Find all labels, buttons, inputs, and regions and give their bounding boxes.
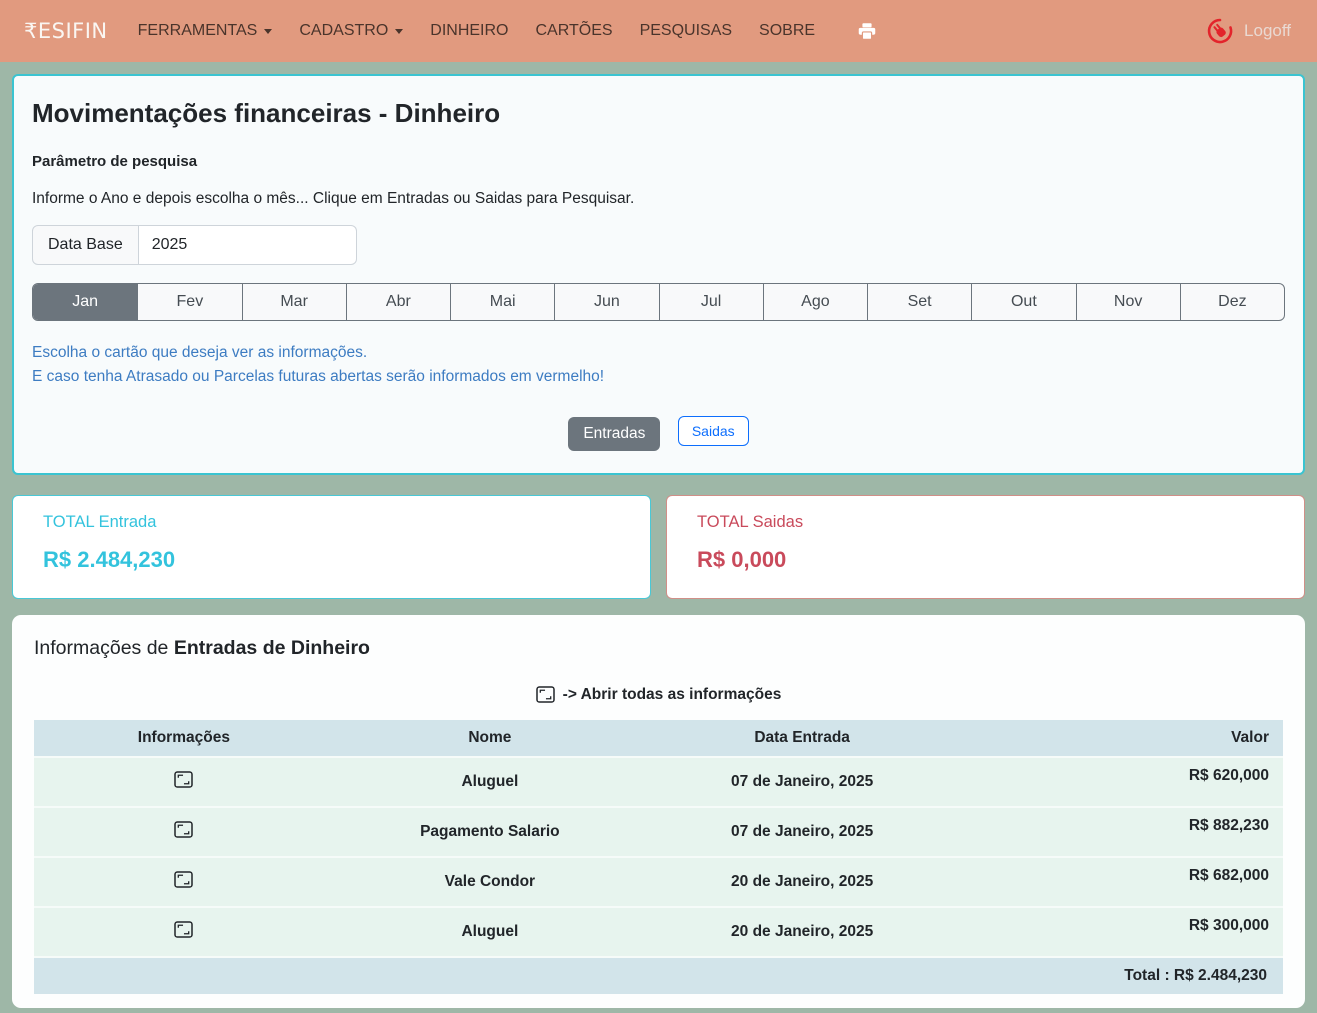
entradas-button[interactable]: Entradas [568, 417, 660, 451]
month-tab-dez[interactable]: Dez [1180, 284, 1284, 320]
data-base-label: Data Base [32, 225, 139, 265]
table-row: Aluguel 07 de Janeiro, 2025 R$ 620,000 [34, 757, 1283, 807]
movements-table: Informações Nome Data Entrada Valor Alug… [34, 720, 1283, 994]
header-nome: Nome [334, 720, 646, 757]
table-total-label: Total : R$ 2.484,230 [34, 957, 1283, 994]
details-panel: Informações de Entradas de Dinheiro -> A… [12, 615, 1305, 1008]
total-saidas-value: R$ 0,000 [697, 547, 1274, 573]
table-row: Vale Condor 20 de Janeiro, 2025 R$ 682,0… [34, 857, 1283, 907]
cell-data: 07 de Janeiro, 2025 [646, 807, 958, 857]
cell-data: 07 de Janeiro, 2025 [646, 757, 958, 807]
plug-icon [1204, 15, 1236, 47]
menu-item-cadastro[interactable]: CADASTRO [299, 22, 403, 40]
cell-data: 20 de Janeiro, 2025 [646, 857, 958, 907]
brand-logo[interactable]: ₹ESIFIN [24, 19, 108, 43]
param-subtitle: Parâmetro de pesquisa [32, 153, 1285, 170]
month-selector: Jan Fev Mar Abr Mai Jun Jul Ago Set Out … [32, 283, 1285, 321]
expand-all-label: -> Abrir todas as informações [563, 686, 782, 704]
totals-row: TOTAL Entrada R$ 2.484,230 TOTAL Saidas … [12, 495, 1305, 599]
header-valor: Valor [958, 720, 1283, 757]
main-menu: FERRAMENTAS CADASTRO DINHEIRO CARTÕES PE… [138, 22, 878, 41]
month-tab-out[interactable]: Out [971, 284, 1075, 320]
hint-text: Escolha o cartão que deseja ver as infor… [32, 341, 1285, 390]
printer-icon[interactable] [856, 22, 878, 41]
cell-valor: R$ 682,000 [958, 857, 1283, 907]
caret-down-icon [264, 29, 272, 34]
top-navbar: ₹ESIFIN FERRAMENTAS CADASTRO DINHEIRO CA… [0, 0, 1317, 62]
total-saidas-label: TOTAL Saidas [697, 513, 1274, 532]
data-base-group: Data Base [32, 225, 357, 265]
search-buttons: Entradas Saidas [32, 416, 1285, 451]
table-total-row: Total : R$ 2.484,230 [34, 957, 1283, 994]
menu-item-ferramentas[interactable]: FERRAMENTAS [138, 22, 273, 40]
month-tab-jul[interactable]: Jul [659, 284, 763, 320]
month-tab-mar[interactable]: Mar [242, 284, 346, 320]
menu-item-pesquisas[interactable]: PESQUISAS [640, 22, 732, 40]
header-data-entrada: Data Entrada [646, 720, 958, 757]
header-informacoes: Informações [34, 720, 334, 757]
month-tab-jan[interactable]: Jan [33, 284, 137, 320]
details-heading: Informações de Entradas de Dinheiro [34, 637, 1283, 660]
menu-item-cartoes[interactable]: CARTÕES [536, 22, 613, 40]
table-row: Aluguel 20 de Janeiro, 2025 R$ 300,000 [34, 907, 1283, 957]
row-expand-icon[interactable] [174, 921, 193, 938]
row-expand-icon[interactable] [174, 821, 193, 838]
cell-nome: Vale Condor [334, 857, 646, 907]
hint-line-2: E caso tenha Atrasado ou Parcelas futura… [32, 365, 1285, 389]
saidas-button[interactable]: Saidas [678, 416, 749, 446]
year-input[interactable] [139, 225, 357, 265]
row-expand-icon[interactable] [174, 871, 193, 888]
month-tab-fev[interactable]: Fev [137, 284, 241, 320]
param-instruction: Informe o Ano e depois escolha o mês... … [32, 190, 1285, 208]
caret-down-icon [395, 29, 403, 34]
month-tab-jun[interactable]: Jun [554, 284, 658, 320]
logoff-label: Logoff [1244, 21, 1291, 41]
month-tab-abr[interactable]: Abr [346, 284, 450, 320]
table-row: Pagamento Salario 07 de Janeiro, 2025 R$… [34, 807, 1283, 857]
menu-item-sobre[interactable]: SOBRE [759, 22, 815, 40]
search-panel: Movimentações financeiras - Dinheiro Par… [12, 74, 1305, 475]
table-header-row: Informações Nome Data Entrada Valor [34, 720, 1283, 757]
cell-nome: Aluguel [334, 757, 646, 807]
cell-valor: R$ 620,000 [958, 757, 1283, 807]
month-tab-ago[interactable]: Ago [763, 284, 867, 320]
cell-nome: Aluguel [334, 907, 646, 957]
total-entrada-card: TOTAL Entrada R$ 2.484,230 [12, 495, 651, 599]
month-tab-mai[interactable]: Mai [450, 284, 554, 320]
cell-nome: Pagamento Salario [334, 807, 646, 857]
hint-line-1: Escolha o cartão que deseja ver as infor… [32, 341, 1285, 365]
month-tab-nov[interactable]: Nov [1076, 284, 1180, 320]
total-entrada-label: TOTAL Entrada [43, 513, 620, 532]
cell-valor: R$ 300,000 [958, 907, 1283, 957]
total-saidas-card: TOTAL Saidas R$ 0,000 [666, 495, 1305, 599]
total-entrada-value: R$ 2.484,230 [43, 547, 620, 573]
expand-all-line: -> Abrir todas as informações [34, 686, 1283, 704]
window-expand-icon[interactable] [536, 686, 555, 703]
cell-valor: R$ 882,230 [958, 807, 1283, 857]
cell-data: 20 de Janeiro, 2025 [646, 907, 958, 957]
page-title: Movimentações financeiras - Dinheiro [32, 98, 1285, 129]
menu-item-dinheiro[interactable]: DINHEIRO [430, 22, 508, 40]
row-expand-icon[interactable] [174, 771, 193, 788]
month-tab-set[interactable]: Set [867, 284, 971, 320]
logoff-button[interactable]: Logoff [1204, 15, 1291, 47]
